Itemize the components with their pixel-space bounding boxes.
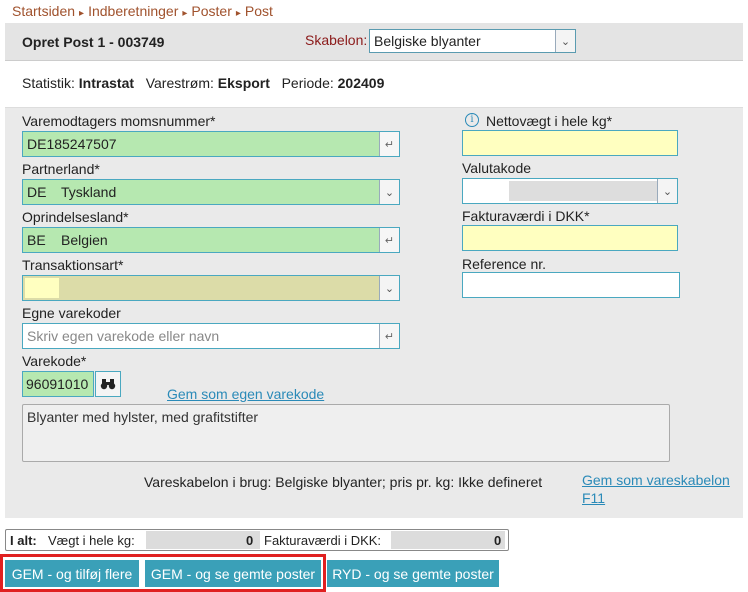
reference-label: Reference nr. [462, 256, 547, 272]
partner-code: DE [27, 184, 47, 200]
info-icon[interactable]: i [465, 113, 479, 127]
save-own-code-link[interactable]: Gem som egen varekode [167, 386, 324, 402]
partner-name: Tyskland [61, 184, 117, 200]
origin-name: Belgien [61, 232, 108, 248]
invoice-label: Fakturaværdi i DKK* [462, 208, 590, 224]
origin-code: BE [27, 232, 46, 248]
totals-weight-value: 0 [246, 533, 254, 548]
status-line: Statistik: Intrastat Varestrøm: Eksport … [22, 75, 384, 91]
template-info: Vareskabelon i brug: Belgiske blyanter; … [144, 474, 543, 490]
chevron-down-icon[interactable]: ⌄ [379, 276, 399, 300]
breadcrumb-indberetninger[interactable]: Indberetninger [88, 3, 178, 19]
save-add-more-button[interactable]: GEM - og tilføj flere [5, 560, 139, 587]
reference-input[interactable] [462, 272, 680, 298]
statistic-label: Statistik: [22, 75, 75, 91]
template-select-value: Belgiske blyanter [374, 33, 481, 49]
statistic-value: Intrastat [78, 75, 135, 91]
breadcrumb-poster[interactable]: Poster [191, 3, 231, 19]
breadcrumb-separator-icon: ▸ [182, 8, 188, 19]
page-title: Opret Post 1 - 003749 [22, 34, 165, 50]
invoice-input[interactable] [462, 225, 678, 251]
period-value: 202409 [337, 75, 385, 91]
net-weight-input[interactable] [462, 130, 678, 156]
totals-weight-label: Vægt i hele kg: [48, 533, 135, 548]
partner-select[interactable]: DE Tyskland ⌄ [22, 179, 400, 205]
totals-invoice-label: Fakturaværdi i DKK: [264, 533, 382, 548]
template-label: Skabelon: [305, 32, 368, 48]
currency-label: Valutakode [462, 160, 532, 176]
breadcrumb: Startsiden ▸ Indberetninger ▸ Poster ▸ Post [12, 3, 273, 19]
clear-view-saved-button[interactable]: RYD - og se gemte poster [327, 560, 499, 587]
currency-select[interactable]: ⌄ [462, 178, 678, 204]
flow-value: Eksport [217, 75, 270, 91]
totals-invoice-value: 0 [494, 533, 502, 548]
save-template-shortcut[interactable]: F11 [582, 490, 605, 506]
transaction-label: Transaktionsart* [22, 257, 124, 273]
own-codes-input[interactable]: Skriv egen varekode eller navn ↵ [22, 323, 400, 349]
totals-weight-box [146, 531, 260, 549]
binoculars-icon[interactable] [95, 371, 121, 397]
template-select[interactable]: Belgiske blyanter ⌄ [369, 29, 576, 53]
vat-label: Varemodtagers momsnummer* [22, 113, 216, 129]
chevron-down-icon[interactable]: ⌄ [379, 180, 399, 204]
currency-name-area [509, 181, 657, 201]
breadcrumb-separator-icon: ▸ [79, 8, 85, 19]
commodity-field[interactable]: 96091010 [22, 371, 94, 397]
commodity-label: Varekode* [22, 353, 87, 369]
transaction-code-box [25, 278, 59, 298]
lookup-icon[interactable]: ↵ [379, 324, 399, 348]
lookup-icon[interactable]: ↵ [379, 228, 399, 252]
origin-field[interactable]: BE Belgien ↵ [22, 227, 400, 253]
transaction-select[interactable]: ⌄ [22, 275, 400, 301]
totals-label: I alt: [10, 533, 37, 548]
breadcrumb-separator-icon: ▸ [235, 8, 241, 19]
chevron-down-icon[interactable]: ⌄ [657, 179, 677, 203]
save-view-saved-button[interactable]: GEM - og se gemte poster [145, 560, 321, 587]
totals-invoice-box [391, 531, 505, 549]
commodity-value: 96091010 [26, 376, 89, 392]
breadcrumb-post: Post [244, 3, 273, 19]
origin-label: Oprindelsesland* [22, 209, 129, 225]
breadcrumb-startsiden[interactable]: Startsiden [12, 3, 75, 19]
lookup-icon[interactable]: ↵ [379, 132, 399, 156]
period-label: Periode: [281, 75, 334, 91]
save-template-link[interactable]: Gem som vareskabelon [582, 472, 730, 488]
description-text: Blyanter med hylster, med grafitstifter [27, 409, 259, 425]
vat-field[interactable]: DE185247507 ↵ [22, 131, 400, 157]
partner-label: Partnerland* [22, 161, 100, 177]
description-box: Blyanter med hylster, med grafitstifter [22, 404, 670, 462]
own-codes-placeholder: Skriv egen varekode eller navn [27, 328, 220, 344]
chevron-down-icon[interactable]: ⌄ [555, 30, 575, 52]
net-weight-label: Nettovægt i hele kg* [486, 113, 613, 129]
own-codes-label: Egne varekoder [22, 305, 121, 321]
totals-bar: I alt: Vægt i hele kg: 0 Fakturaværdi i … [5, 529, 509, 551]
flow-label: Varestrøm: [145, 75, 214, 91]
vat-value: DE185247507 [27, 136, 117, 152]
